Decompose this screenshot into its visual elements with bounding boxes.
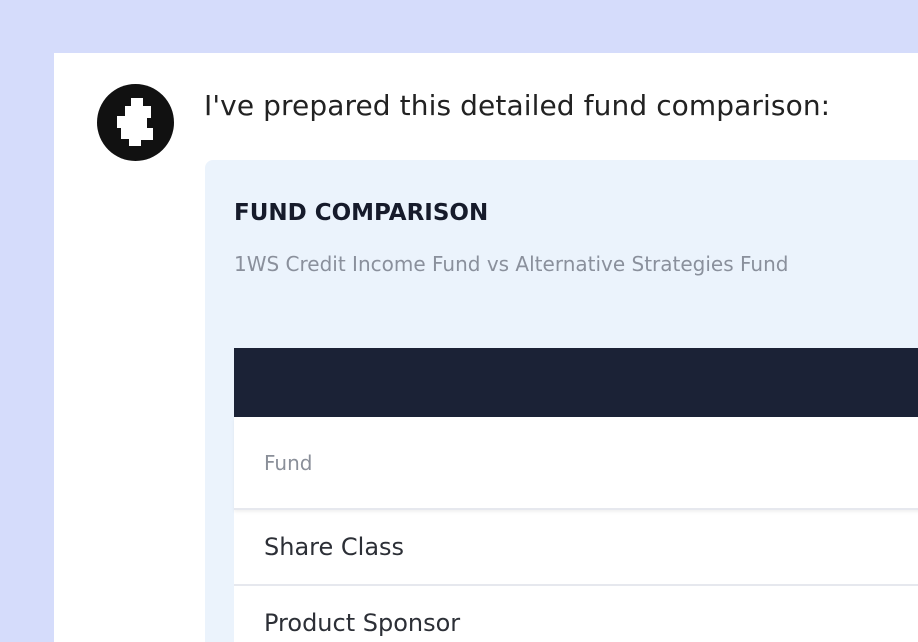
fund-comparison-card: FUND COMPARISON 1WS Credit Income Fund v… (205, 160, 918, 642)
chat-panel: I've prepared this detailed fund compari… (54, 53, 918, 642)
row-label-share-class: Share Class (264, 533, 405, 561)
table-row-share-class: Share Class (234, 510, 918, 586)
assistant-message: I've prepared this detailed fund compari… (204, 89, 831, 122)
row-label-fund: Fund (264, 450, 313, 475)
assistant-avatar (97, 84, 174, 161)
table-row-fund: Fund (234, 417, 918, 510)
table-header (234, 348, 918, 417)
comparison-table: Fund Share Class Product Sponsor (234, 348, 918, 642)
assistant-logo-icon (117, 98, 153, 146)
table-row-product-sponsor: Product Sponsor (234, 586, 918, 642)
card-title: FUND COMPARISON (234, 200, 489, 226)
card-subtitle: 1WS Credit Income Fund vs Alternative St… (234, 252, 789, 276)
row-label-product-sponsor: Product Sponsor (264, 609, 461, 637)
